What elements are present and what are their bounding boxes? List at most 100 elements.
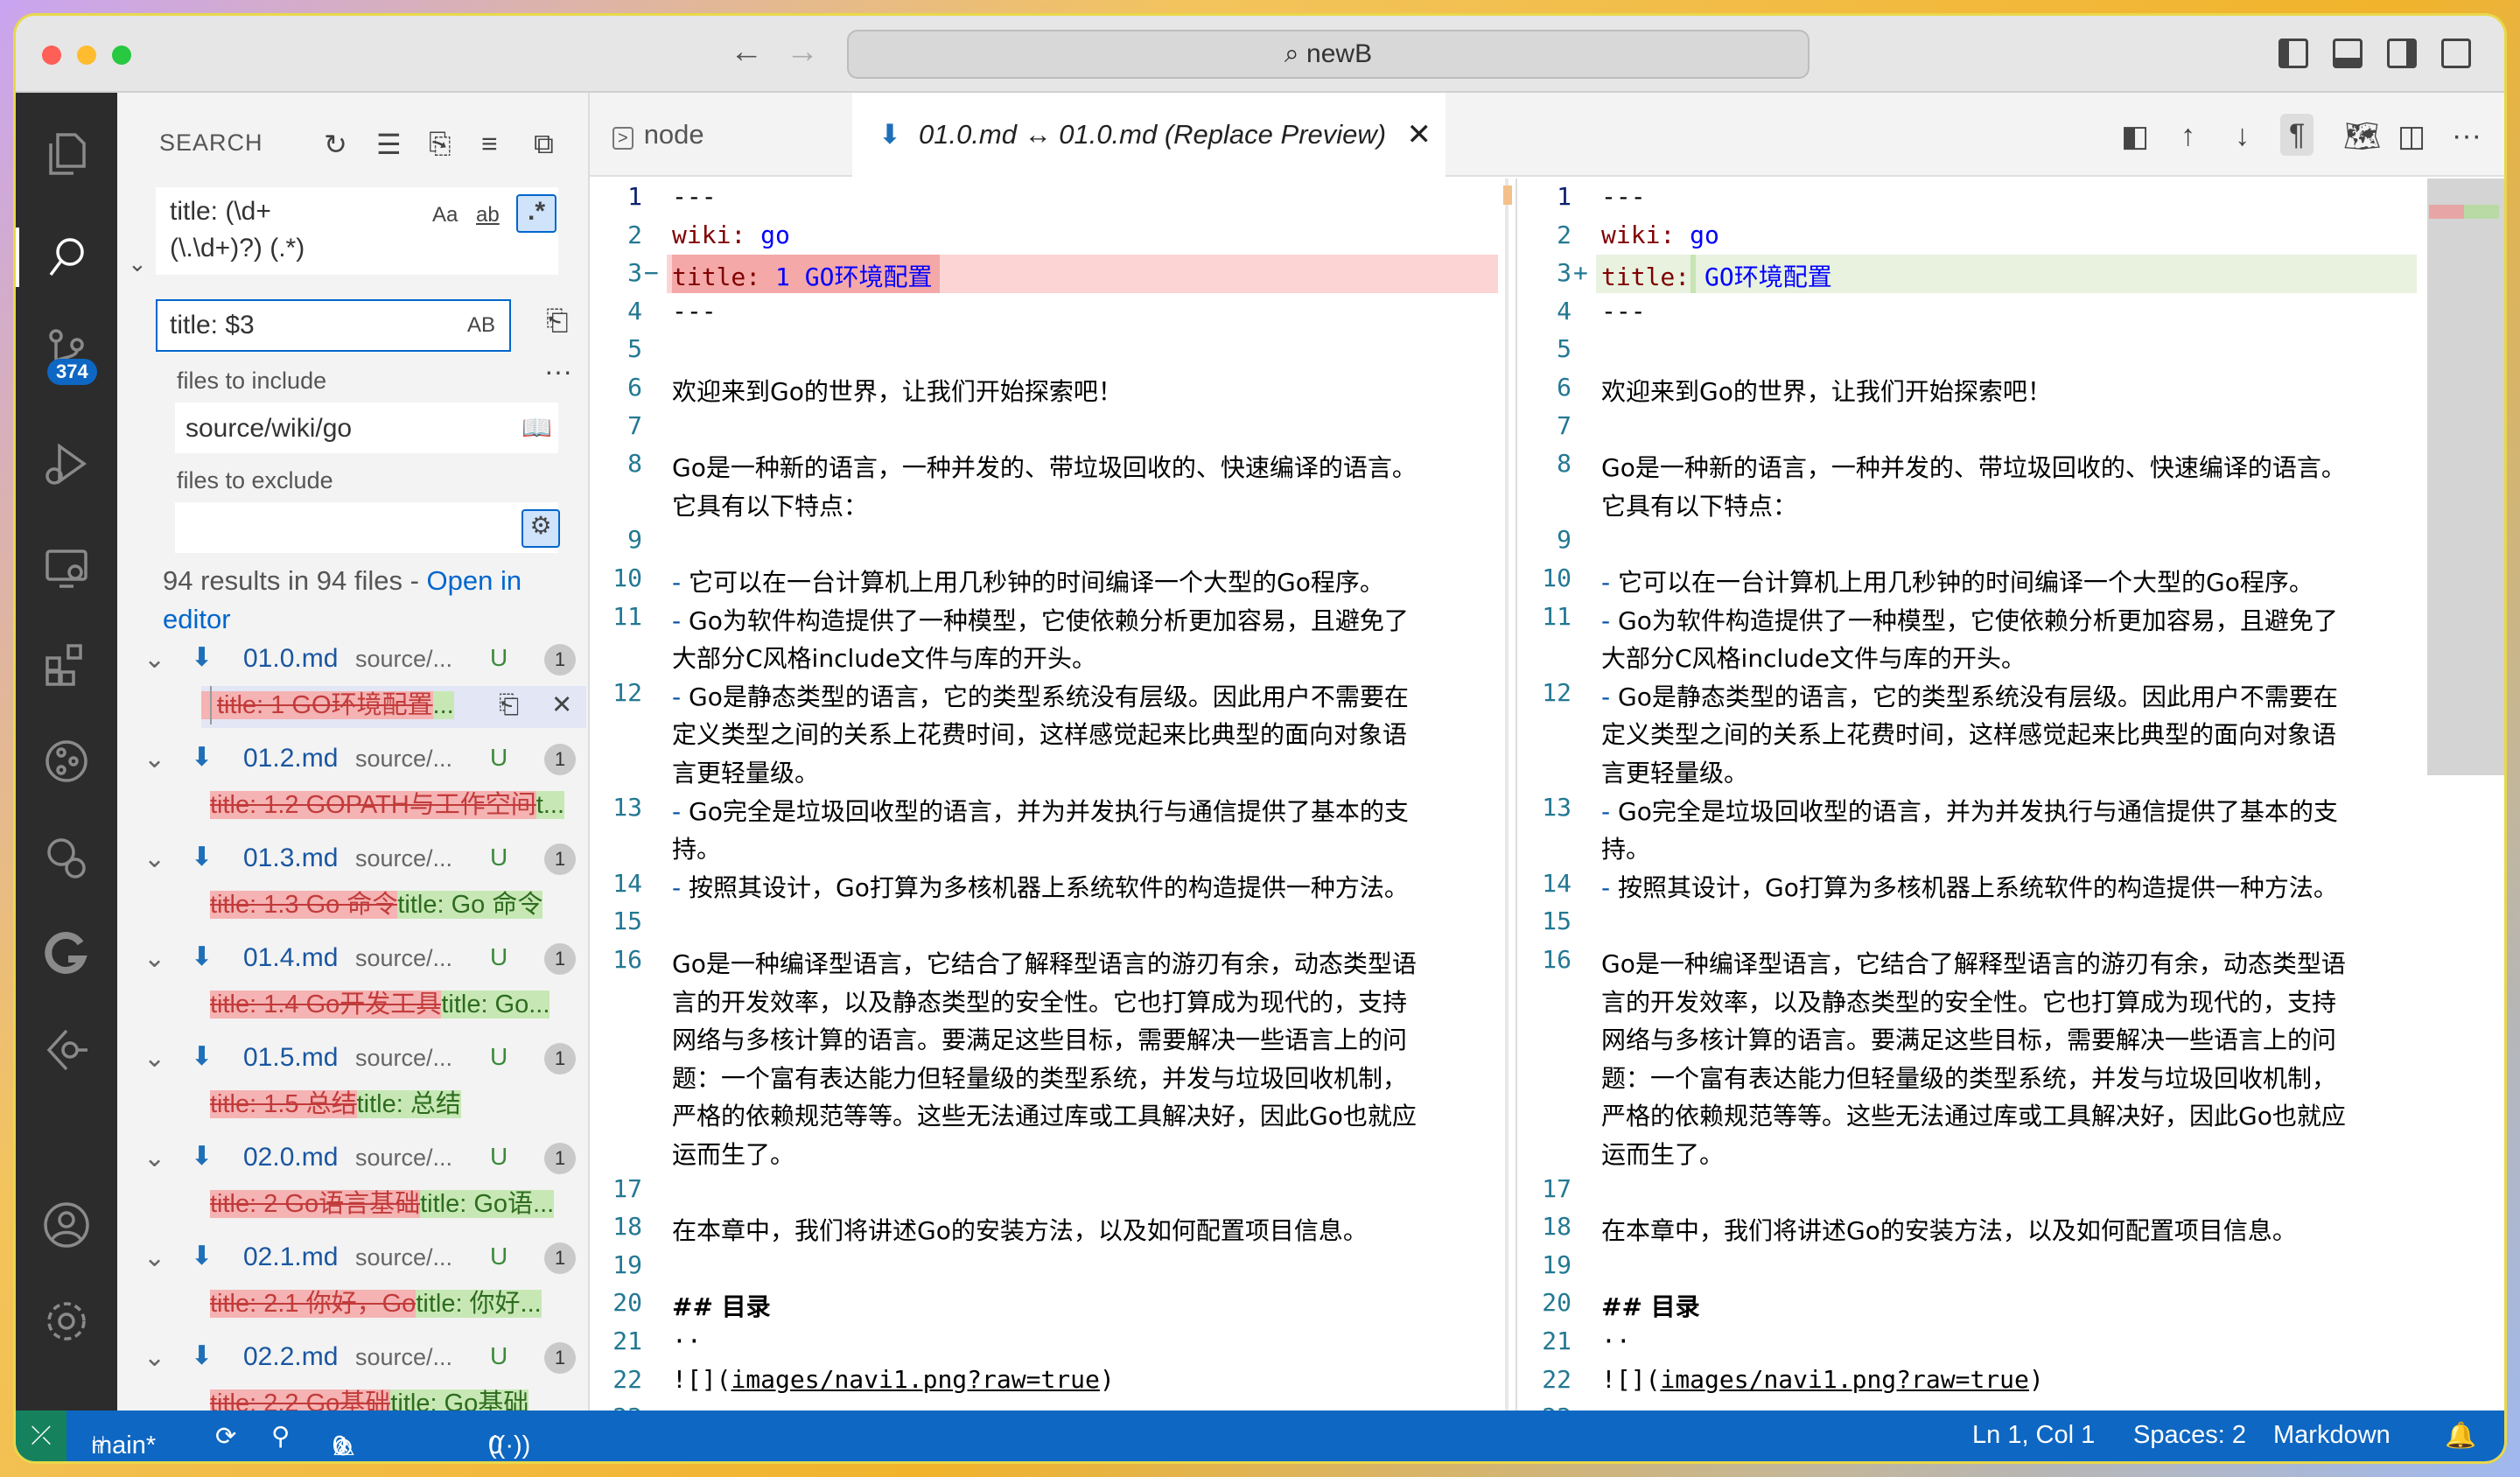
toggle-secondary-sidebar-icon[interactable]: [2387, 38, 2417, 68]
search-input[interactable]: title: (\d+ (\.\d+)?) (.*) Aa ab .*: [156, 187, 558, 275]
minimize-window-button[interactable]: [77, 46, 96, 65]
timeline-icon[interactable]: [37, 828, 96, 887]
use-exclude-settings-icon[interactable]: ⚙: [522, 509, 560, 548]
markdown-file-icon: ⬇: [191, 1142, 214, 1171]
preserve-case-toggle[interactable]: AB: [467, 313, 495, 338]
more-actions-icon[interactable]: ···: [2452, 119, 2482, 153]
yaml-key: title:: [672, 262, 761, 292]
diff-editor-original[interactable]: 1 --- 2 wiki: go 3− title: 1 GO环境配置 4 --- 5 6 欢迎来到…: [590, 178, 1517, 1410]
refresh-icon[interactable]: ↻: [324, 128, 347, 161]
open-preview-icon[interactable]: 🗺: [2343, 119, 2381, 154]
view-as-tree-icon[interactable]: ≡: [481, 128, 498, 160]
chevron-down-icon[interactable]: ⌄: [144, 1143, 165, 1173]
open-editors-only-icon[interactable]: 📖: [522, 413, 552, 442]
line-number: 20: [612, 1288, 642, 1318]
dismiss-icon[interactable]: ✕: [551, 686, 572, 724]
chevron-down-icon[interactable]: ⌄: [144, 1043, 165, 1074]
result-file[interactable]: ⌄ ⬇ 02.2.md source/... U 1: [117, 1335, 588, 1381]
match-deleted-text: title: 1 GO环境配置: [201, 691, 433, 719]
toggle-search-details-icon[interactable]: ···: [544, 355, 572, 388]
match-case-toggle[interactable]: Aa: [432, 203, 458, 228]
result-match[interactable]: title: 2.2 Go基础title: Go基础: [210, 1384, 586, 1410]
tab-replace-preview[interactable]: ⬇ 01.0.md ↔ 01.0.md (Replace Preview) ✕: [852, 93, 1446, 177]
clear-results-icon[interactable]: ☰: [376, 128, 402, 161]
accounts-icon[interactable]: [37, 1195, 96, 1255]
image-url[interactable]: images/navi1.png?raw=true: [1660, 1365, 2028, 1394]
toggle-panel-icon[interactable]: [2333, 38, 2362, 68]
result-match[interactable]: title: 1.2 GOPATH与工作空间t...: [210, 786, 586, 828]
result-file[interactable]: ⌄ ⬇ 02.0.md source/... U 1: [117, 1136, 588, 1181]
result-match[interactable]: title: 1.5 总结title: 总结: [210, 1085, 586, 1127]
search-view-icon[interactable]: [16, 228, 117, 287]
remote-indicator-icon[interactable]: ⤫: [16, 1410, 66, 1461]
chevron-down-icon[interactable]: ⌄: [144, 744, 165, 774]
result-match[interactable]: title: 1 GO环境配置... ⎗ ✕: [201, 686, 586, 728]
results-summary: 94 results in 94 files - Open in editor: [163, 562, 574, 639]
replace-all-icon[interactable]: ⎗: [546, 304, 569, 338]
run-debug-icon[interactable]: [37, 434, 96, 494]
zoom-window-button[interactable]: [112, 46, 131, 65]
customize-layout-icon[interactable]: [2441, 38, 2471, 68]
image-url[interactable]: images/navi1.png?raw=true: [731, 1365, 1099, 1394]
collapse-all-icon[interactable]: ⧉: [534, 128, 554, 161]
match-deleted-text: title: 2.2 Go基础: [210, 1390, 391, 1410]
open-changes-icon[interactable]: ◧: [2121, 119, 2149, 154]
settings-gear-icon[interactable]: [37, 1292, 96, 1351]
scrollbar-left[interactable]: [1505, 178, 1508, 1410]
result-match[interactable]: title: 1.4 Go开发工具title: Go...: [210, 985, 586, 1027]
result-match[interactable]: title: 2.1 你好，Gotitle: 你好...: [210, 1284, 586, 1326]
files-to-include-input[interactable]: source/wiki/go 📖: [175, 402, 558, 453]
result-file[interactable]: ⌄ ⬇ 01.0.md source/... U 1: [117, 637, 588, 682]
result-file[interactable]: ⌄ ⬇ 02.1.md source/... U 1: [117, 1236, 588, 1281]
files-to-exclude-input[interactable]: ⚙: [175, 502, 560, 553]
code-line: ---: [1601, 182, 1646, 211]
result-file[interactable]: ⌄ ⬇ 01.4.md source/... U 1: [117, 936, 588, 982]
replace-input[interactable]: title: $3 AB: [156, 299, 511, 352]
cursor-position[interactable]: Ln 1, Col 1: [1972, 1421, 2095, 1450]
extensions-icon[interactable]: [37, 635, 96, 695]
list-bullet: -: [672, 606, 682, 635]
replace-icon[interactable]: ⎗: [499, 686, 519, 724]
chevron-down-icon[interactable]: ⌄: [144, 644, 165, 675]
gitlens-icon[interactable]: [37, 924, 96, 984]
result-file[interactable]: ⌄ ⬇ 01.5.md source/... U 1: [117, 1036, 588, 1082]
close-tab-icon[interactable]: ✕: [1407, 93, 1432, 177]
toggle-replace-chevron-icon[interactable]: ⌄: [128, 250, 147, 277]
previous-change-icon[interactable]: ↑: [2180, 119, 2195, 153]
match-whole-word-toggle[interactable]: ab: [476, 203, 500, 228]
tab-node[interactable]: > node: [590, 93, 852, 177]
use-regex-toggle[interactable]: .*: [516, 194, 556, 233]
show-whitespace-icon[interactable]: ¶: [2280, 114, 2314, 156]
chevron-down-icon[interactable]: ⌄: [144, 1242, 165, 1273]
result-file[interactable]: ⌄ ⬇ 01.3.md source/... U 1: [117, 836, 588, 882]
result-match[interactable]: title: 1.3 Go 命令title: Go 命令: [210, 886, 586, 928]
indentation-indicator[interactable]: Spaces: 2: [2133, 1421, 2246, 1450]
gitlens-inspect-icon[interactable]: [37, 1020, 96, 1080]
next-change-icon[interactable]: ↓: [2235, 119, 2250, 153]
line-number: 1: [1557, 182, 1572, 211]
new-search-editor-icon[interactable]: ⎘: [429, 128, 452, 161]
command-center[interactable]: ⌕ newB: [847, 30, 1810, 79]
language-mode[interactable]: Markdown: [2273, 1421, 2390, 1450]
result-match[interactable]: title: 2 Go语言基础title: Go语...: [210, 1185, 586, 1227]
minimap-slider[interactable]: [2427, 178, 2504, 775]
chevron-down-icon[interactable]: ⌄: [144, 943, 165, 974]
chevron-down-icon[interactable]: ⌄: [144, 844, 165, 874]
result-file[interactable]: ⌄ ⬇ 01.2.md source/... U 1: [117, 737, 588, 782]
remote-explorer-icon[interactable]: [37, 539, 96, 598]
notifications-bell-icon[interactable]: 🔔: [2445, 1421, 2476, 1451]
results-count: 94 results in 94 files -: [163, 565, 427, 596]
split-editor-icon[interactable]: ◫: [2398, 119, 2426, 154]
gitlens-status-icon[interactable]: ⚲: [271, 1421, 290, 1452]
chevron-down-icon[interactable]: ⌄: [144, 1342, 165, 1373]
back-arrow-icon[interactable]: ←: [730, 33, 763, 71]
diff-editor-modified[interactable]: 1 --- 2 wiki: go 3 + title: GO环境配置 4 --- 5 6 欢迎来到Go…: [1519, 178, 2504, 1410]
toggle-primary-sidebar-icon[interactable]: [2278, 38, 2308, 68]
git-graph-icon[interactable]: [37, 732, 96, 791]
forward-arrow-icon[interactable]: →: [786, 33, 819, 71]
sync-icon[interactable]: ⟳: [215, 1421, 236, 1452]
explorer-icon[interactable]: [37, 124, 96, 184]
close-window-button[interactable]: [42, 46, 61, 65]
markdown-file-icon: ⬇: [191, 942, 214, 971]
markdown-file-icon: ⬇: [191, 643, 214, 672]
